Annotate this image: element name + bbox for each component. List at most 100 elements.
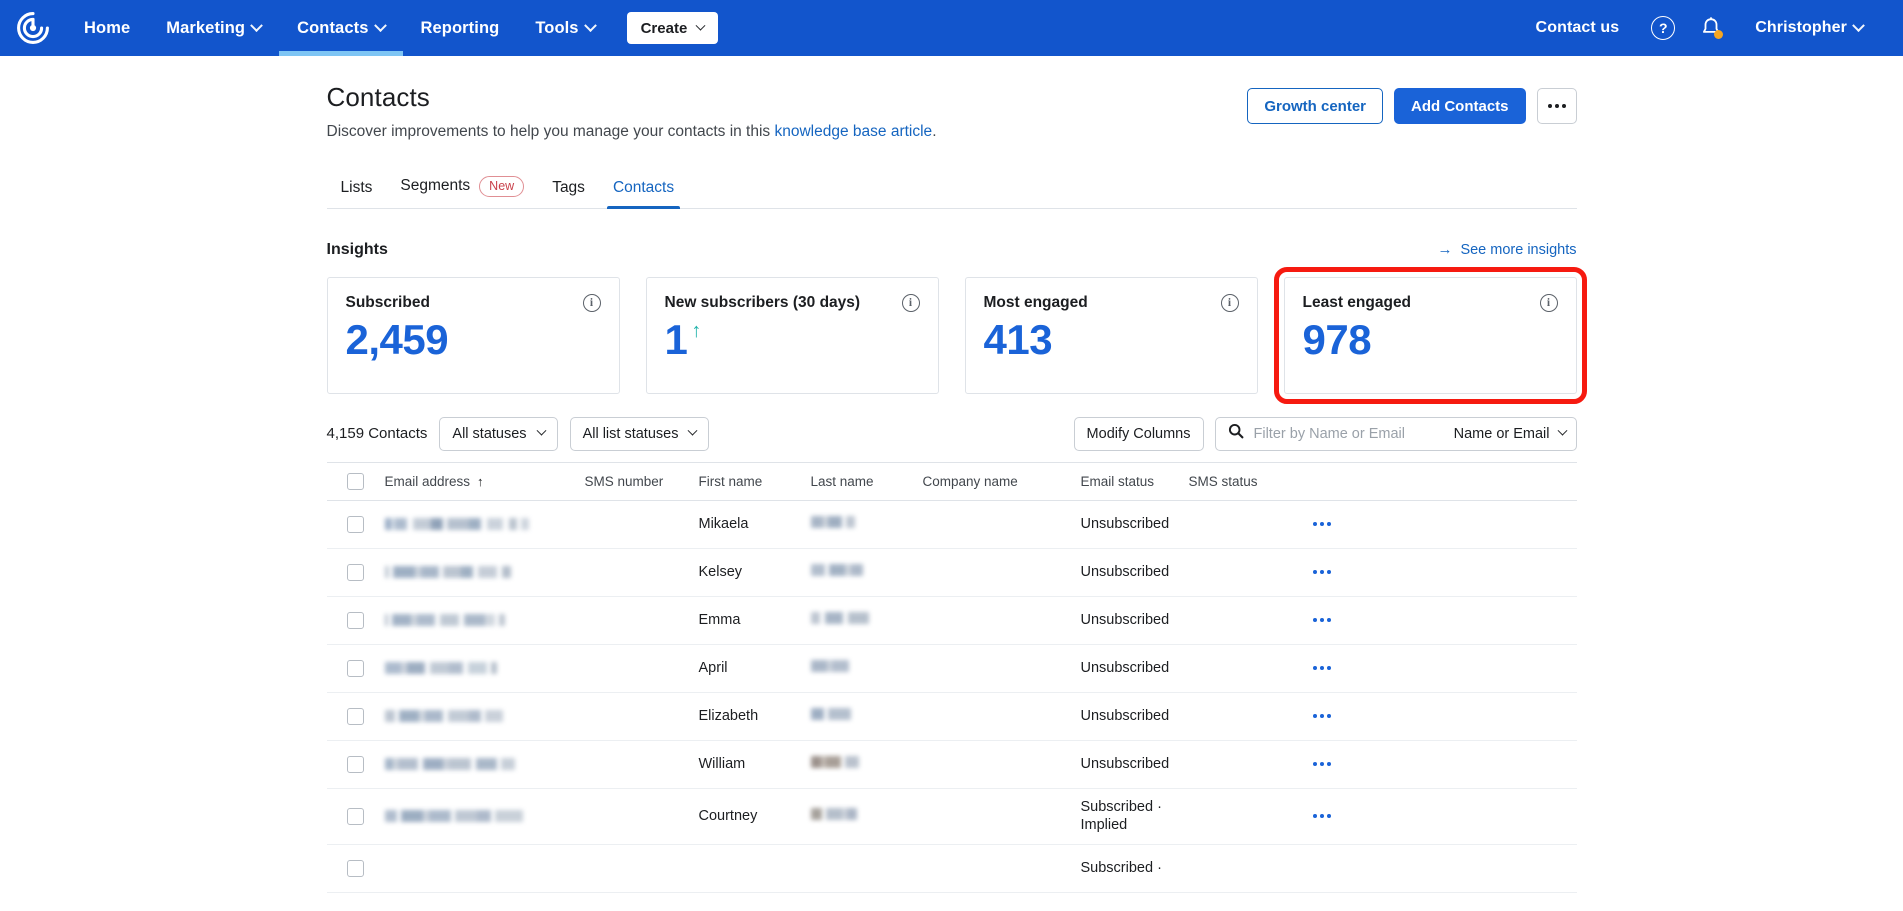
see-more-insights-label: See more insights: [1460, 242, 1576, 258]
help-button[interactable]: ?: [1641, 6, 1685, 50]
cell-email-address: [385, 566, 585, 578]
ellipsis-icon: [1320, 522, 1324, 526]
table-row[interactable]: Mikaela Unsubscribed: [327, 501, 1577, 549]
insight-card-label: Most engaged: [984, 294, 1088, 312]
row-checkbox[interactable]: [347, 516, 364, 533]
search-scope-dropdown[interactable]: Name or Email: [1454, 426, 1566, 442]
row-more-options-button[interactable]: [1309, 570, 1331, 574]
tab-lists[interactable]: Lists: [327, 179, 387, 208]
column-header-sms-number[interactable]: SMS number: [585, 474, 699, 489]
see-more-insights-link[interactable]: → See more insights: [1437, 242, 1576, 258]
tab-segments-label: Segments: [400, 177, 470, 195]
user-menu[interactable]: Christopher: [1737, 19, 1881, 37]
row-checkbox[interactable]: [347, 860, 364, 877]
tab-segments[interactable]: Segments New: [386, 176, 538, 208]
create-button[interactable]: Create: [627, 12, 719, 44]
cell-email-status: Unsubscribed: [1081, 563, 1189, 582]
column-header-company-name[interactable]: Company name: [923, 474, 1081, 489]
info-icon[interactable]: i: [902, 294, 920, 312]
select-all-checkbox[interactable]: [347, 473, 364, 490]
table-row[interactable]: Subscribed ·: [327, 845, 1577, 893]
row-more-options-button[interactable]: [1309, 762, 1331, 766]
redacted-last-name: [811, 708, 851, 720]
column-header-email-address[interactable]: Email address ↑: [385, 474, 585, 489]
chevron-down-icon: [1557, 426, 1567, 436]
table-row[interactable]: Emma Unsubscribed: [327, 597, 1577, 645]
add-contacts-button[interactable]: Add Contacts: [1394, 88, 1526, 124]
cell-email-status: Unsubscribed: [1081, 659, 1189, 678]
column-header-email-status[interactable]: Email status: [1081, 473, 1189, 490]
nav-item-contacts[interactable]: Contacts: [279, 0, 402, 56]
contact-us-link[interactable]: Contact us: [1518, 19, 1638, 37]
modify-columns-button[interactable]: Modify Columns: [1074, 417, 1204, 451]
redacted-last-name: [811, 612, 869, 624]
app-logo[interactable]: [0, 0, 66, 56]
redacted-email: [385, 758, 515, 770]
growth-center-button[interactable]: Growth center: [1247, 88, 1383, 124]
nav-item-marketing[interactable]: Marketing: [148, 0, 279, 56]
row-more-options-button[interactable]: [1309, 522, 1331, 526]
nav-item-tools[interactable]: Tools: [517, 0, 612, 56]
row-more-options-button[interactable]: [1309, 666, 1331, 670]
knowledge-base-article-link[interactable]: knowledge base article: [775, 123, 933, 140]
notifications-button[interactable]: [1689, 6, 1733, 50]
filter-toolbar-right: Modify Columns Name or Email: [1074, 417, 1577, 451]
row-more-options-button[interactable]: [1309, 618, 1331, 622]
table-row[interactable]: April Unsubscribed: [327, 645, 1577, 693]
cell-actions: [1309, 666, 1577, 670]
insight-card-new-subscribers[interactable]: New subscribers (30 days) i 1 ↑: [646, 277, 939, 394]
table-row[interactable]: Kelsey Unsubscribed: [327, 549, 1577, 597]
chevron-down-icon: [374, 19, 387, 32]
cell-email-status: Unsubscribed: [1081, 515, 1189, 534]
status-filter-value: All statuses: [452, 426, 526, 442]
row-more-options-button[interactable]: [1309, 814, 1331, 818]
tab-tags[interactable]: Tags: [538, 179, 599, 208]
info-icon[interactable]: i: [1540, 294, 1558, 312]
trend-up-icon: ↑: [691, 316, 701, 346]
page-subtitle-text: Discover improvements to help you manage…: [327, 123, 775, 140]
page-header: Contacts Discover improvements to help y…: [327, 82, 1577, 143]
table-row[interactable]: William Unsubscribed: [327, 741, 1577, 789]
cell-last-name: [811, 516, 923, 532]
insight-card-subscribed[interactable]: Subscribed i 2,459: [327, 277, 620, 394]
status-filter-dropdown[interactable]: All statuses: [439, 417, 557, 451]
ellipsis-icon: [1555, 104, 1559, 108]
cell-actions: [1309, 522, 1577, 526]
nav-item-home[interactable]: Home: [66, 0, 148, 56]
contact-us-label: Contact us: [1536, 19, 1620, 37]
redacted-email: [385, 566, 511, 578]
table-row[interactable]: Elizabeth Unsubscribed: [327, 693, 1577, 741]
column-header-first-name[interactable]: First name: [699, 474, 811, 489]
list-status-filter-dropdown[interactable]: All list statuses: [570, 417, 710, 451]
row-checkbox[interactable]: [347, 612, 364, 629]
ellipsis-icon: [1320, 762, 1324, 766]
row-checkbox[interactable]: [347, 660, 364, 677]
table-row[interactable]: Courtney Subscribed · Implied: [327, 789, 1577, 845]
ellipsis-icon: [1320, 618, 1324, 622]
new-badge: New: [479, 176, 524, 197]
nav-item-reporting[interactable]: Reporting: [403, 0, 518, 56]
insight-card-least-engaged[interactable]: Least engaged i 978: [1284, 277, 1577, 394]
tab-contacts[interactable]: Contacts: [599, 179, 688, 208]
column-header-last-name[interactable]: Last name: [811, 474, 923, 489]
info-icon[interactable]: i: [583, 294, 601, 312]
tab-tags-label: Tags: [552, 179, 585, 197]
info-icon[interactable]: i: [1221, 294, 1239, 312]
row-select-cell: [327, 564, 385, 581]
insight-card-value: 2,459: [346, 316, 449, 364]
cell-first-name: Courtney: [699, 808, 811, 824]
row-checkbox[interactable]: [347, 708, 364, 725]
column-header-sms-status[interactable]: SMS status: [1189, 474, 1309, 489]
row-checkbox[interactable]: [347, 756, 364, 773]
page-title: Contacts: [327, 82, 1248, 113]
create-button-label: Create: [641, 20, 688, 37]
row-checkbox[interactable]: [347, 808, 364, 825]
search-icon: [1228, 423, 1244, 444]
insight-card-most-engaged[interactable]: Most engaged i 413: [965, 277, 1258, 394]
page-more-options-button[interactable]: [1537, 88, 1577, 124]
row-checkbox[interactable]: [347, 564, 364, 581]
cell-email-address: [385, 710, 585, 722]
tab-contacts-label: Contacts: [613, 179, 674, 197]
row-more-options-button[interactable]: [1309, 714, 1331, 718]
search-input[interactable]: [1254, 426, 1444, 442]
